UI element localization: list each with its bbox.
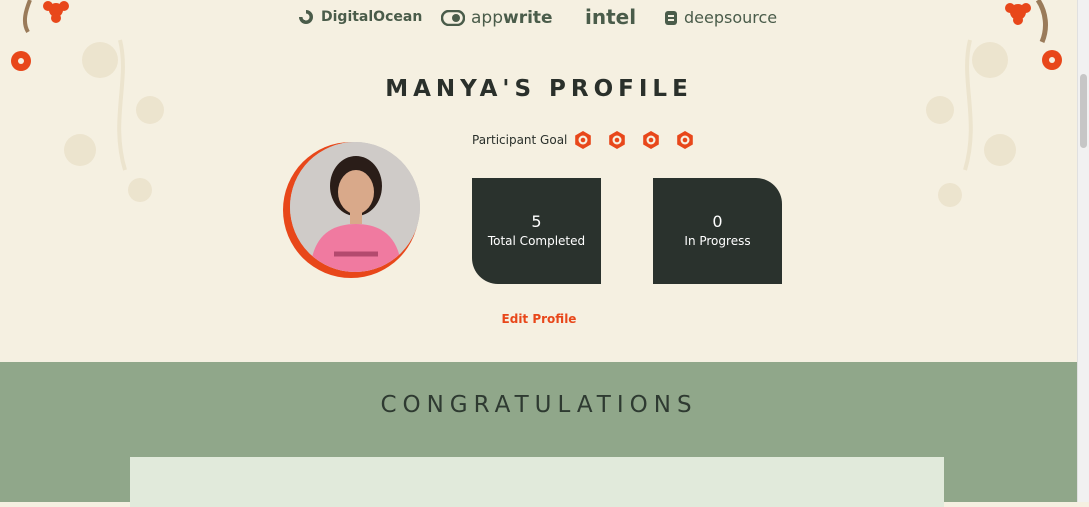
appwrite-label: appwrite [471, 8, 553, 28]
scrollbar-thumb[interactable] [1080, 74, 1087, 148]
congratulations-section: CONGRATULATIONS [0, 362, 1078, 507]
digitalocean-label: DigitalOcean [321, 9, 423, 25]
stat-total-completed: 5 Total Completed [472, 178, 601, 284]
completed-count: 5 [531, 212, 542, 231]
participant-goal-label: Participant Goal [472, 133, 568, 147]
congratulations-panel [130, 457, 944, 507]
sponsor-appwrite[interactable]: appwrite [441, 8, 553, 28]
sponsor-deepsource[interactable]: deepsource [665, 8, 777, 27]
avatar-photo [290, 142, 420, 272]
in-progress-count: 0 [712, 212, 723, 231]
badge-icon [643, 131, 660, 149]
completed-label: Total Completed [487, 234, 586, 248]
sponsor-logos: DigitalOcean appwrite intel deepsource [0, 5, 1078, 30]
sponsor-digitalocean[interactable]: DigitalOcean [297, 8, 422, 26]
in-progress-label: In Progress [684, 234, 751, 248]
sponsor-intel[interactable]: intel [585, 5, 636, 29]
badge-icon [609, 131, 626, 149]
intel-label: intel [585, 5, 637, 29]
profile-header-section: DigitalOcean appwrite intel deepsource M… [0, 0, 1078, 362]
deepsource-label: deepsource [684, 8, 778, 27]
participant-goal: Participant Goal [472, 128, 695, 152]
goal-badges [573, 130, 695, 150]
page-title: MANYA'S PROFILE [385, 76, 693, 102]
edit-profile-link[interactable]: Edit Profile [0, 312, 1078, 326]
avatar [283, 142, 423, 280]
stat-in-progress: 0 In Progress [653, 178, 782, 284]
page-scrollbar[interactable] [1077, 0, 1089, 502]
digitalocean-icon [299, 10, 313, 24]
badge-icon [677, 131, 694, 149]
avatar-illustration [290, 142, 420, 272]
deepsource-icon [665, 10, 677, 25]
congratulations-title: CONGRATULATIONS [380, 392, 698, 418]
badge-icon [575, 131, 592, 149]
appwrite-icon [441, 10, 465, 26]
